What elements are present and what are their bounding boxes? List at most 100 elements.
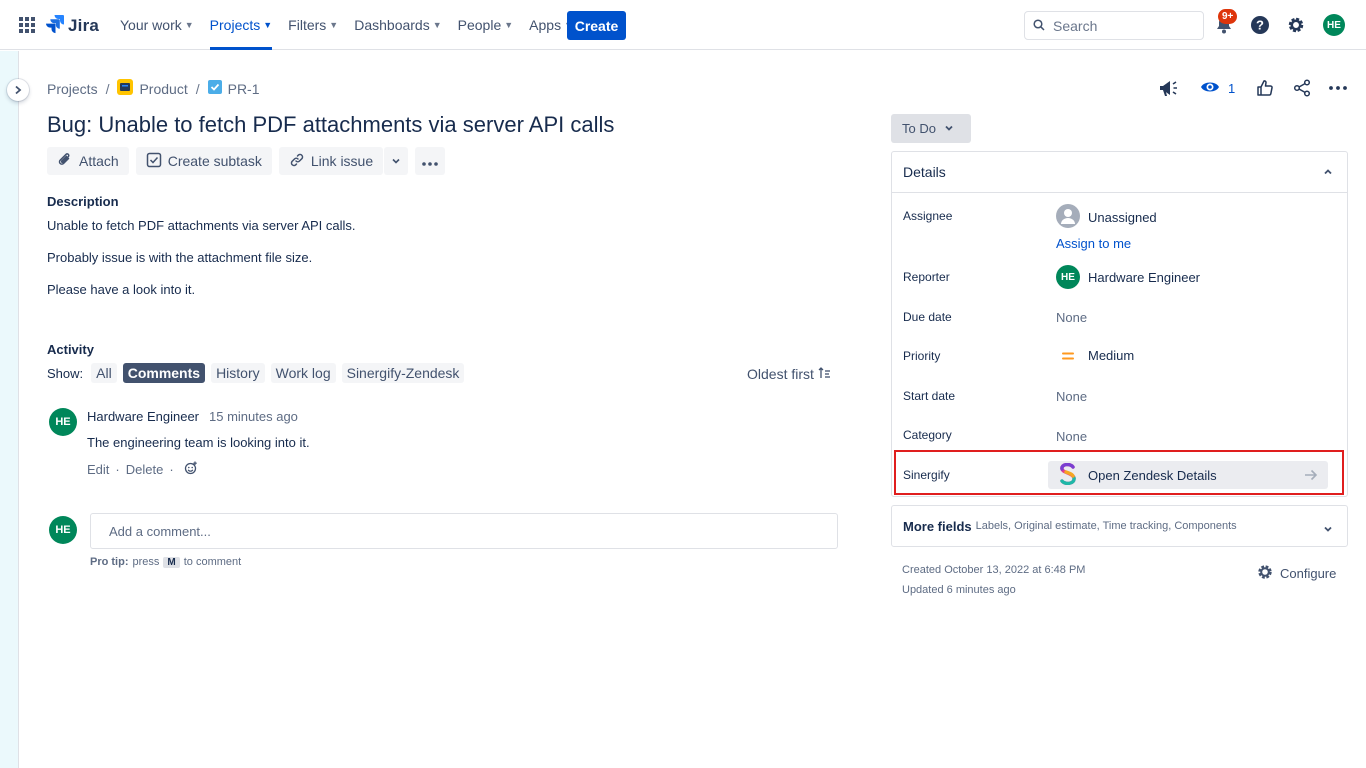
due-date-value[interactable]: None xyxy=(1056,310,1087,325)
watchers-button[interactable]: 1 xyxy=(1200,77,1235,99)
nav-label: People xyxy=(457,17,502,33)
pro-tip: Pro tip: press M to comment xyxy=(90,556,241,568)
link-issue-dropdown-button[interactable] xyxy=(384,147,409,175)
nav-your-work[interactable]: Your work ▼ xyxy=(112,0,202,50)
like-thumbs-up-icon[interactable] xyxy=(1256,77,1274,99)
priority-name: Medium xyxy=(1088,348,1135,363)
comment-delete-link[interactable]: Delete xyxy=(126,462,164,477)
nav-people[interactable]: People ▼ xyxy=(450,0,522,50)
svg-text:?: ? xyxy=(1256,18,1264,33)
breadcrumb-project[interactable]: Product xyxy=(117,79,188,98)
more-fields-subtitle: Labels, Original estimate, Time tracking… xyxy=(975,520,1237,532)
top-navigation: Jira Your work ▼ Projects ▼ Filters ▼ Dashb… xyxy=(0,0,1366,50)
comment-edit-link[interactable]: Edit xyxy=(87,462,109,477)
details-header[interactable]: Details xyxy=(892,152,1347,193)
project-icon xyxy=(117,79,134,98)
jira-logo[interactable]: Jira xyxy=(46,14,99,37)
create-subtask-button[interactable]: Create subtask xyxy=(135,147,272,175)
configure-button[interactable]: Configure xyxy=(1256,563,1336,584)
eye-icon xyxy=(1200,79,1220,98)
description-line[interactable]: Please have a look into it. xyxy=(47,282,195,297)
more-fields-section[interactable]: More fields Labels, Original estimate, T… xyxy=(891,505,1348,547)
activity-tab-all[interactable]: All xyxy=(91,363,117,383)
start-date-label: Start date xyxy=(903,389,956,403)
pro-tip-label: Pro tip: xyxy=(90,556,129,568)
description-line[interactable]: Unable to fetch PDF attachments via serv… xyxy=(47,218,356,233)
chevron-up-icon xyxy=(1323,164,1333,180)
more-dots-icon xyxy=(422,153,438,169)
more-actions-button[interactable] xyxy=(415,147,446,175)
search-icon xyxy=(1033,18,1045,34)
attach-label: Attach xyxy=(79,153,119,169)
settings-gear-icon[interactable] xyxy=(1285,14,1307,36)
open-zendesk-details-button[interactable]: Open Zendesk Details xyxy=(1048,461,1328,489)
chevron-down-icon: ▼ xyxy=(504,20,514,30)
breadcrumb-issue[interactable]: PR-1 xyxy=(207,80,260,97)
link-issue-button[interactable]: Link issue xyxy=(278,147,384,175)
sinergify-logo-icon xyxy=(1058,462,1078,488)
create-button[interactable]: Create xyxy=(567,11,626,40)
activity-tab-sinergify-zendesk[interactable]: Sinergify-Zendesk xyxy=(341,363,465,383)
nav-dashboards[interactable]: Dashboards ▼ xyxy=(346,0,449,50)
sort-order-button[interactable]: Oldest first xyxy=(747,366,831,382)
attach-button[interactable]: Attach xyxy=(47,147,129,175)
subtask-icon xyxy=(146,152,162,171)
priority-value[interactable]: Medium xyxy=(1056,348,1134,363)
nav-projects[interactable]: Projects ▼ xyxy=(202,0,281,50)
pro-tip-press: press xyxy=(132,556,160,568)
chevron-down-icon xyxy=(1323,521,1333,537)
app-switcher-icon[interactable] xyxy=(18,16,36,34)
description-line[interactable]: Probably issue is with the attachment fi… xyxy=(47,250,312,265)
arrow-right-icon[interactable] xyxy=(1300,464,1322,486)
feedback-megaphone-icon[interactable] xyxy=(1158,77,1180,99)
start-date-value[interactable]: None xyxy=(1056,389,1087,404)
status-dropdown[interactable]: To Do xyxy=(891,114,971,143)
sort-icon xyxy=(818,366,831,382)
chevron-down-icon: ▼ xyxy=(184,20,194,30)
issue-title[interactable]: Bug: Unable to fetch PDF attachments via… xyxy=(47,112,614,138)
reporter-value[interactable]: HE Hardware Engineer xyxy=(1056,265,1200,289)
watchers-count: 1 xyxy=(1228,80,1236,96)
user-avatar[interactable]: HE xyxy=(1323,14,1345,36)
nav-filters[interactable]: Filters ▼ xyxy=(280,0,346,50)
assign-to-me-link[interactable]: Assign to me xyxy=(1056,236,1131,251)
breadcrumb-project-label: Product xyxy=(139,80,188,97)
category-label: Category xyxy=(903,428,952,442)
comment-author[interactable]: Hardware Engineer xyxy=(87,409,199,424)
nav-label: Filters xyxy=(288,17,327,33)
chevron-down-icon: ▼ xyxy=(432,20,442,30)
chevron-down-icon: ▼ xyxy=(329,20,339,30)
show-label: Show: xyxy=(47,365,84,381)
comment-author-avatar[interactable]: HE xyxy=(49,408,77,436)
pro-tip-suffix: to comment xyxy=(183,556,242,568)
activity-tab-work-log[interactable]: Work log xyxy=(270,363,336,383)
sidebar-collapsed-rail xyxy=(0,51,19,768)
search-input[interactable] xyxy=(1053,17,1193,34)
breadcrumb-projects[interactable]: Projects xyxy=(47,81,98,97)
comment-timestamp[interactable]: 15 minutes ago xyxy=(209,409,298,424)
details-title: Details xyxy=(903,164,946,180)
chevron-right-icon xyxy=(13,82,23,98)
help-icon[interactable]: ? xyxy=(1249,14,1271,36)
add-reaction-icon[interactable] xyxy=(184,461,198,478)
status-label: To Do xyxy=(902,121,936,136)
gear-icon xyxy=(1256,563,1274,584)
assignee-value[interactable]: Unassigned xyxy=(1056,204,1157,231)
separator-dot: · xyxy=(169,462,174,477)
search-box[interactable] xyxy=(1024,11,1204,40)
breadcrumb: Projects / Product / PR-1 xyxy=(47,79,260,98)
nav-label: Dashboards xyxy=(354,17,430,33)
activity-tab-comments[interactable]: Comments xyxy=(122,363,206,383)
unassigned-avatar-icon xyxy=(1056,204,1080,231)
share-icon[interactable] xyxy=(1293,77,1311,99)
activity-filter-tabs: Show: All Comments History Work log Sine… xyxy=(47,363,465,383)
category-value[interactable]: None xyxy=(1056,429,1087,444)
add-comment-input[interactable]: Add a comment... xyxy=(90,513,838,549)
more-options-icon[interactable] xyxy=(1329,77,1347,99)
details-panel: Details Assignee Unassigned Assign to me… xyxy=(891,151,1348,497)
expand-sidebar-button[interactable] xyxy=(7,79,29,101)
activity-tab-history[interactable]: History xyxy=(211,363,265,383)
open-zendesk-details-label: Open Zendesk Details xyxy=(1088,467,1217,483)
priority-label: Priority xyxy=(903,349,941,363)
chevron-down-icon: ▼ xyxy=(263,20,273,30)
